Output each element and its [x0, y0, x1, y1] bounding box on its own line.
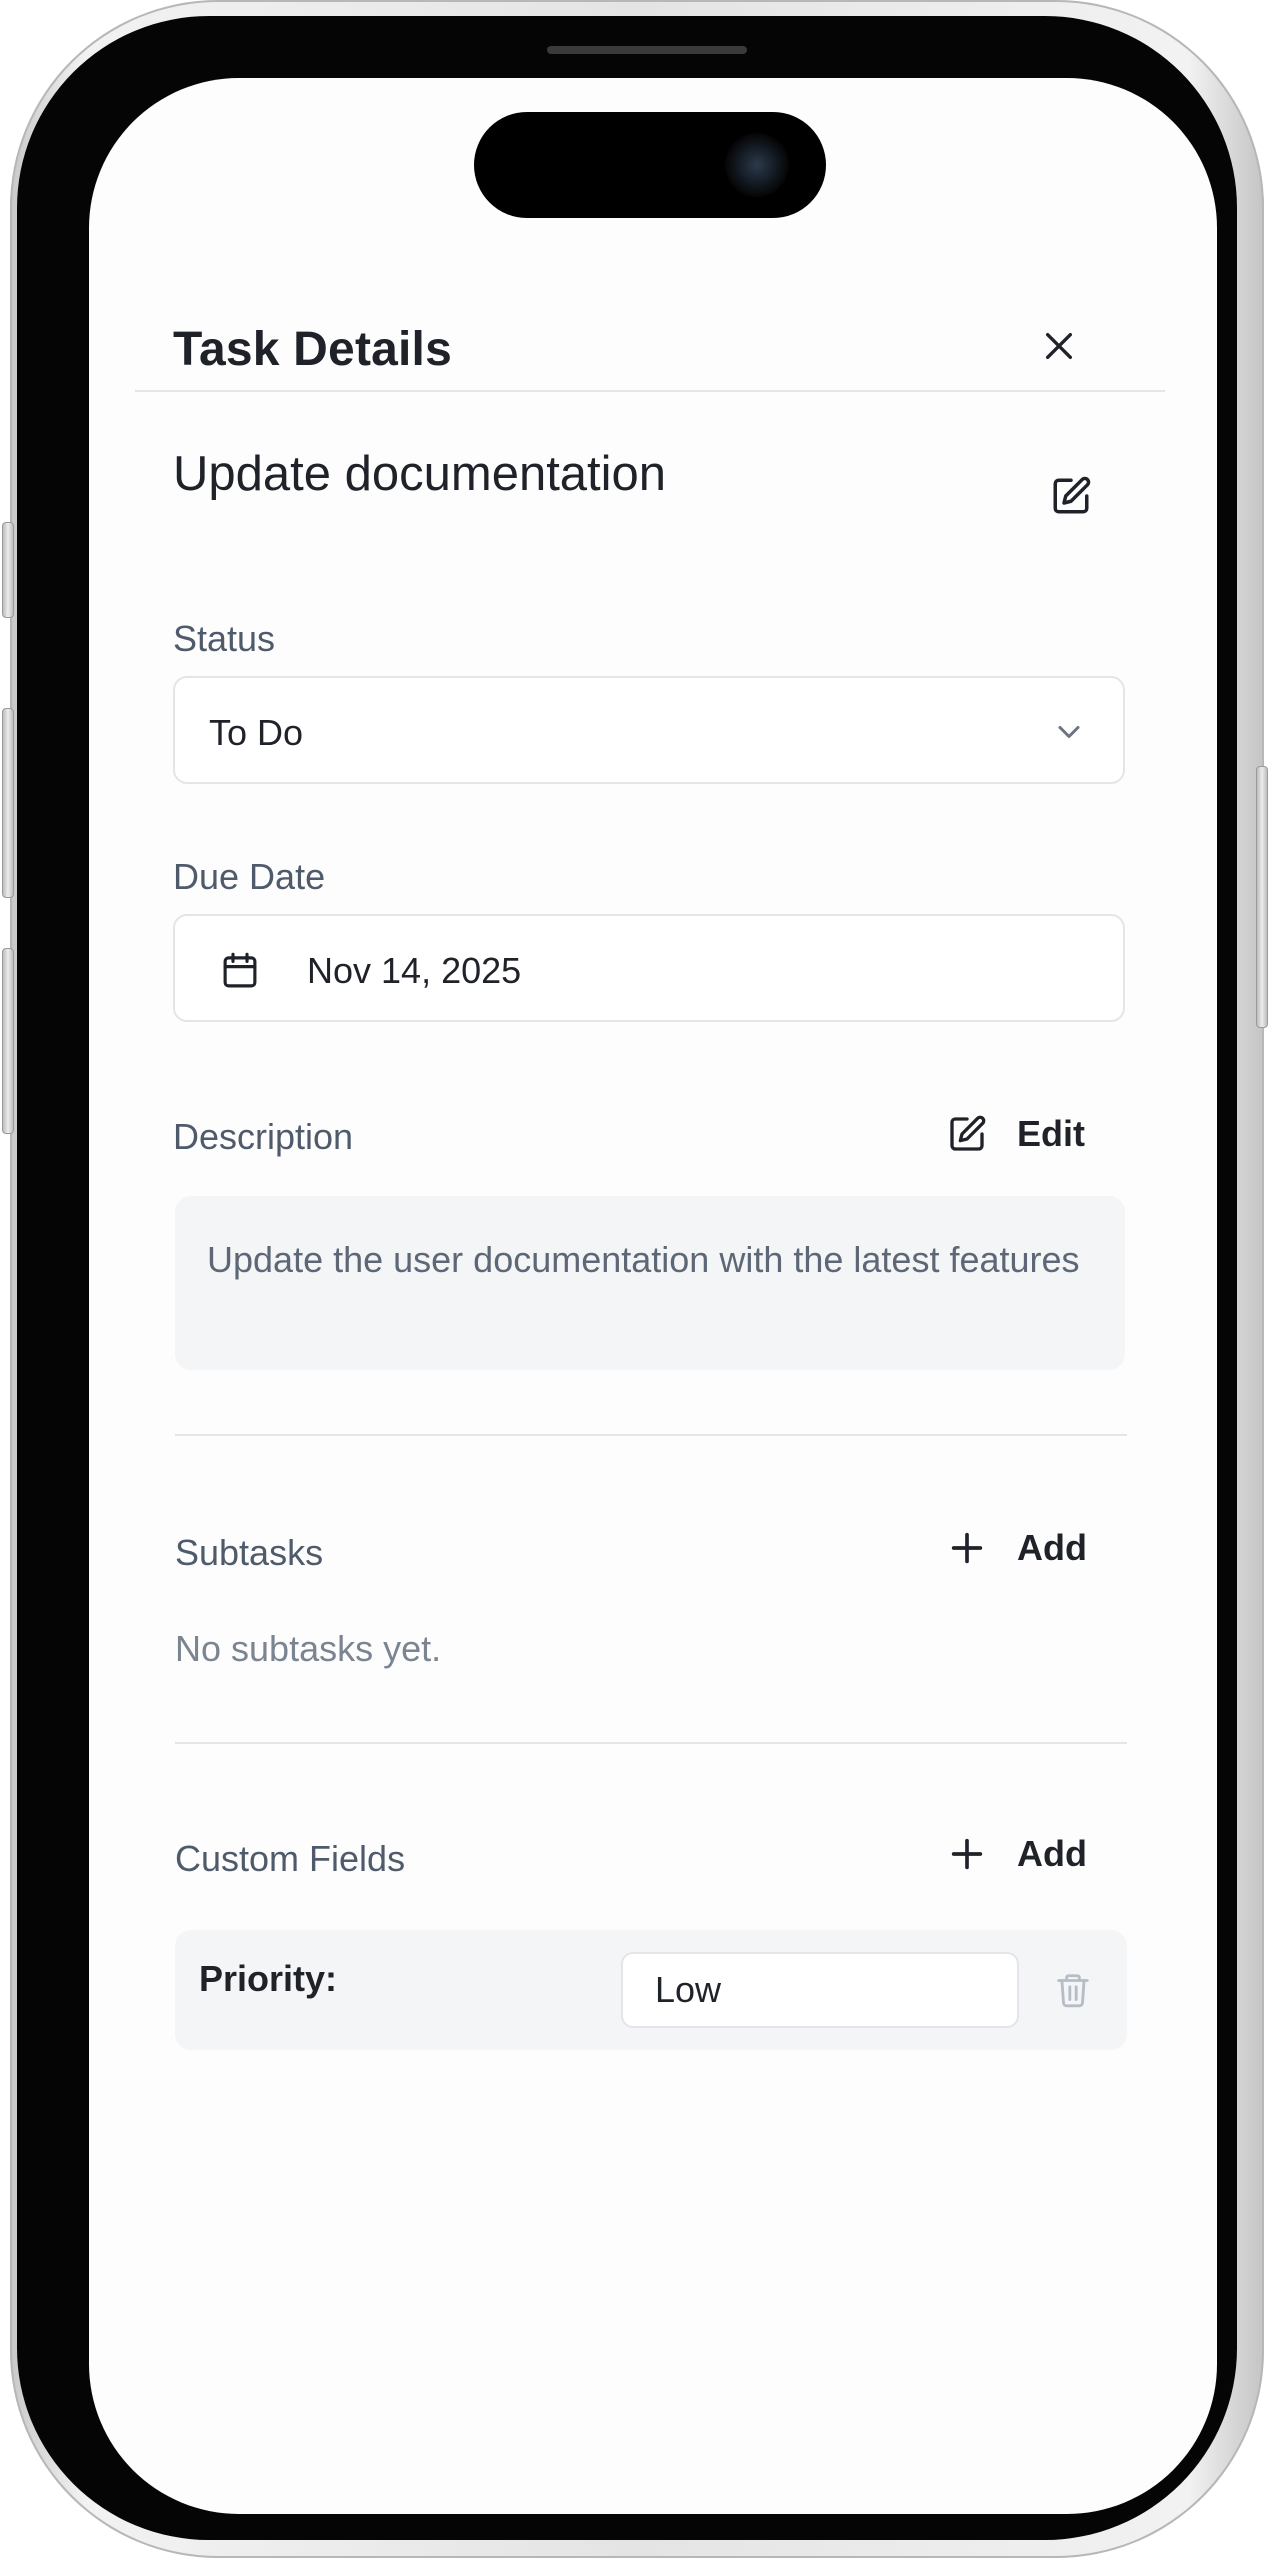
delete-custom-field-button[interactable] [1049, 1966, 1097, 2014]
custom-fields-label: Custom Fields [175, 1838, 406, 1879]
modal-header: Task Details [89, 258, 1217, 392]
screen: Task Details Update documentation Status… [89, 78, 1217, 2514]
edit-description-button[interactable]: Edit [947, 1104, 1085, 1164]
close-icon [1045, 332, 1073, 360]
edit-title-button[interactable] [1039, 464, 1103, 528]
due-date-value: Nov 14, 2025 [307, 950, 522, 991]
status-label: Status [173, 618, 276, 659]
subtasks-label: Subtasks [175, 1532, 324, 1573]
trash-icon [1057, 1974, 1089, 2008]
calendar-icon [223, 952, 257, 988]
due-date-label: Due Date [173, 856, 326, 897]
plus-icon [951, 1532, 983, 1564]
description-box: Update the user documentation with the l… [175, 1196, 1125, 1370]
custom-field-name: Priority: [199, 1958, 338, 1999]
status-select[interactable]: To Do [173, 676, 1125, 784]
add-subtask-label: Add [1017, 1527, 1087, 1568]
custom-field-row: Priority: [175, 1930, 1127, 2050]
due-date-field[interactable]: Nov 14, 2025 [173, 914, 1125, 1022]
subtasks-empty-text: No subtasks yet. [175, 1628, 442, 1669]
phone-power-button [1256, 766, 1268, 1028]
header-divider [135, 390, 1165, 392]
camera-lens [725, 133, 789, 197]
phone-volume-down-button [2, 948, 14, 1134]
edit-description-label: Edit [1017, 1113, 1085, 1154]
custom-field-value-input[interactable] [621, 1952, 1019, 2028]
chevron-down-icon [1058, 726, 1080, 738]
add-custom-field-button[interactable]: Add [947, 1824, 1087, 1884]
task-title: Update documentation [173, 447, 667, 501]
close-button[interactable] [1029, 316, 1089, 376]
section-divider [175, 1742, 1127, 1744]
edit-icon [1053, 476, 1091, 514]
plus-icon [951, 1838, 983, 1870]
status-value: To Do [209, 712, 304, 753]
modal-title: Task Details [173, 323, 452, 376]
add-subtask-button[interactable]: Add [947, 1518, 1087, 1578]
phone-bezel: Task Details Update documentation Status… [17, 16, 1237, 2540]
phone-action-button [2, 522, 14, 618]
phone-volume-up-button [2, 708, 14, 898]
phone-speaker [547, 46, 747, 54]
add-custom-field-label: Add [1017, 1833, 1087, 1874]
description-label: Description [173, 1116, 354, 1157]
edit-icon [950, 1115, 986, 1151]
section-divider [175, 1434, 1127, 1436]
description-text: Update the user documentation with the l… [207, 1239, 1080, 1280]
dynamic-island [474, 112, 826, 218]
